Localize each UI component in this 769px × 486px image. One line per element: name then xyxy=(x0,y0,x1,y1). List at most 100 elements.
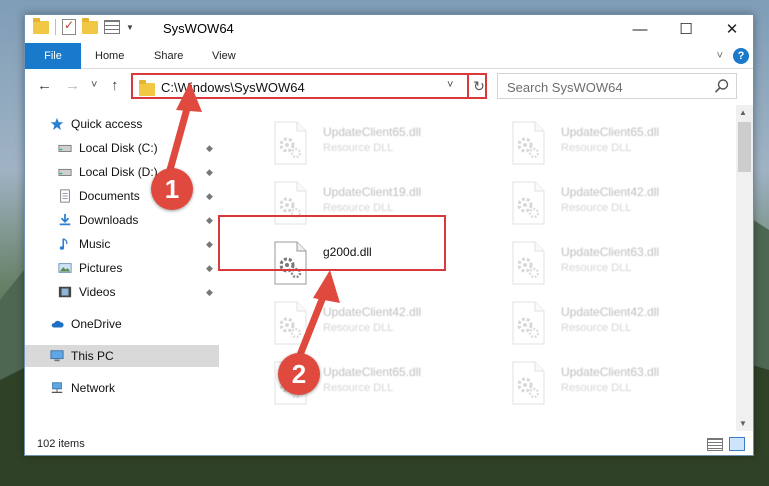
scroll-up-arrow-icon[interactable]: ▲ xyxy=(739,108,747,117)
dll-file-icon xyxy=(512,301,545,345)
file-item[interactable]: UpdateClient42.dll Resource DLL xyxy=(509,299,735,347)
highlight-box xyxy=(218,215,446,271)
dll-file-icon xyxy=(274,301,307,345)
forward-button[interactable]: → xyxy=(65,77,80,94)
pictures-icon xyxy=(58,263,72,273)
sidebar-item-label: Local Disk (D:) xyxy=(79,165,158,179)
window-controls: — ☐ ✕ xyxy=(617,15,753,43)
pin-icon[interactable]: ◆ xyxy=(206,143,213,154)
status-bar: 102 items xyxy=(25,433,753,455)
sidebar-item-label: Quick access xyxy=(71,117,143,131)
sidebar-item-videos[interactable]: Videos ◆ xyxy=(25,281,219,303)
search-box[interactable]: Search SysWOW64 xyxy=(497,73,737,99)
up-button[interactable]: ↑ xyxy=(111,77,119,94)
file-item[interactable]: UpdateClient42.dll Resource DLL xyxy=(509,179,735,227)
address-path[interactable]: C:\Windows\SysWOW64 xyxy=(161,80,305,95)
sidebar-item-label: Local Disk (C:) xyxy=(79,141,158,155)
file-name: UpdateClient63.dll xyxy=(561,245,660,259)
pin-icon[interactable]: ◆ xyxy=(206,191,213,202)
back-button[interactable]: ← xyxy=(37,77,52,94)
file-item[interactable]: UpdateClient42.dll Resource DLL xyxy=(271,299,501,347)
sidebar-item-label: OneDrive xyxy=(71,317,122,331)
sidebar-item-music[interactable]: Music ◆ xyxy=(25,233,219,255)
file-name: UpdateClient65.dll xyxy=(323,125,422,139)
network-icon xyxy=(51,382,63,394)
sidebar-item-label: Pictures xyxy=(79,261,123,275)
downloads-icon xyxy=(59,213,71,226)
address-bar[interactable]: C:\Windows\SysWOW64 ˅ ↻ xyxy=(131,73,487,99)
pin-icon[interactable]: ◆ xyxy=(206,287,213,298)
maximize-button[interactable]: ☐ xyxy=(663,15,709,43)
step2-badge: 2 xyxy=(278,353,320,395)
file-item[interactable]: UpdateClient63.dll Resource DLL xyxy=(509,239,735,287)
details-view-icon[interactable] xyxy=(707,438,723,451)
drive-icon xyxy=(58,168,72,176)
file-item[interactable]: UpdateClient65.dll Resource DLL xyxy=(271,119,501,167)
toolbar-divider xyxy=(55,19,56,35)
file-item[interactable]: UpdateClient65.dll Resource DLL xyxy=(509,119,735,167)
ribbon-controls: ˅ ? xyxy=(717,48,749,64)
file-type: Resource DLL xyxy=(323,382,394,394)
search-icon xyxy=(714,79,729,93)
videos-icon xyxy=(58,286,72,298)
tab-home[interactable]: Home xyxy=(95,50,124,62)
tab-share[interactable]: Share xyxy=(154,50,183,62)
window-title: SysWOW64 xyxy=(163,21,234,36)
ribbon-tabs: File Home Share View ˅ ? xyxy=(25,43,753,69)
star-icon xyxy=(50,117,64,131)
vertical-scrollbar[interactable]: ▲ ▼ xyxy=(736,105,753,431)
sidebar-item-label: This PC xyxy=(71,349,114,363)
minimize-button[interactable]: — xyxy=(617,15,663,43)
dll-file-icon xyxy=(274,121,307,165)
file-type: Resource DLL xyxy=(561,142,632,154)
address-dropdown-button[interactable]: ˅ xyxy=(447,79,453,91)
sidebar-item-local-disk-c[interactable]: Local Disk (C:) ◆ xyxy=(25,137,219,159)
file-item[interactable]: UpdateClient63.dll Resource DLL xyxy=(509,359,735,407)
sidebar-item-quick-access[interactable]: Quick access xyxy=(25,113,219,135)
file-name: UpdateClient42.dll xyxy=(323,305,422,319)
step1-badge: 1 xyxy=(151,168,193,210)
customize-toolbar-chevron-icon[interactable]: ▼ xyxy=(126,23,134,32)
file-name: UpdateClient42.dll xyxy=(561,305,660,319)
navigation-pane: Quick access Local Disk (C:) ◆ Local Dis… xyxy=(25,105,219,429)
file-type: Resource DLL xyxy=(323,322,394,334)
search-input[interactable]: Search SysWOW64 xyxy=(507,80,623,95)
sidebar-item-this-pc[interactable]: This PC xyxy=(25,345,219,367)
sidebar-item-onedrive[interactable]: OneDrive xyxy=(25,313,219,335)
music-icon xyxy=(59,238,68,250)
scrollbar-thumb[interactable] xyxy=(738,122,751,172)
file-type: Resource DLL xyxy=(323,202,394,214)
quick-access-toolbar: ▼ xyxy=(33,17,134,35)
dll-file-icon xyxy=(512,241,545,285)
view-options-icon[interactable] xyxy=(104,20,120,34)
documents-icon xyxy=(60,189,70,203)
sidebar-item-pictures[interactable]: Pictures ◆ xyxy=(25,257,219,279)
properties-icon[interactable] xyxy=(62,18,76,35)
sidebar-item-network[interactable]: Network xyxy=(25,377,219,399)
drive-icon xyxy=(58,144,72,152)
expand-ribbon-chevron-icon[interactable]: ˅ xyxy=(717,50,723,62)
large-icons-view-icon[interactable] xyxy=(729,437,745,451)
close-button[interactable]: ✕ xyxy=(709,15,753,43)
file-type: Resource DLL xyxy=(561,262,632,274)
sidebar-item-label: Downloads xyxy=(79,213,139,227)
pin-icon[interactable]: ◆ xyxy=(206,167,213,178)
item-count: 102 items xyxy=(37,438,85,450)
help-icon[interactable]: ? xyxy=(733,48,749,64)
tab-view[interactable]: View xyxy=(212,50,236,62)
new-folder-icon[interactable] xyxy=(82,17,98,34)
title-bar: ▼ SysWOW64 — ☐ ✕ xyxy=(25,15,753,43)
dll-file-icon xyxy=(512,181,545,225)
pin-icon[interactable]: ◆ xyxy=(206,263,213,274)
scroll-down-arrow-icon[interactable]: ▼ xyxy=(739,419,747,428)
folder-icon xyxy=(139,80,155,96)
recent-locations-button[interactable]: ˅ xyxy=(91,79,97,91)
refresh-button[interactable]: ↻ xyxy=(467,73,489,99)
file-type: Resource DLL xyxy=(323,142,394,154)
computer-icon xyxy=(50,350,64,362)
pin-icon[interactable]: ◆ xyxy=(206,239,213,250)
sidebar-item-downloads[interactable]: Downloads ◆ xyxy=(25,209,219,231)
pin-icon[interactable]: ◆ xyxy=(206,215,213,226)
tab-file[interactable]: File xyxy=(25,43,81,69)
file-name: UpdateClient65.dll xyxy=(561,125,660,139)
